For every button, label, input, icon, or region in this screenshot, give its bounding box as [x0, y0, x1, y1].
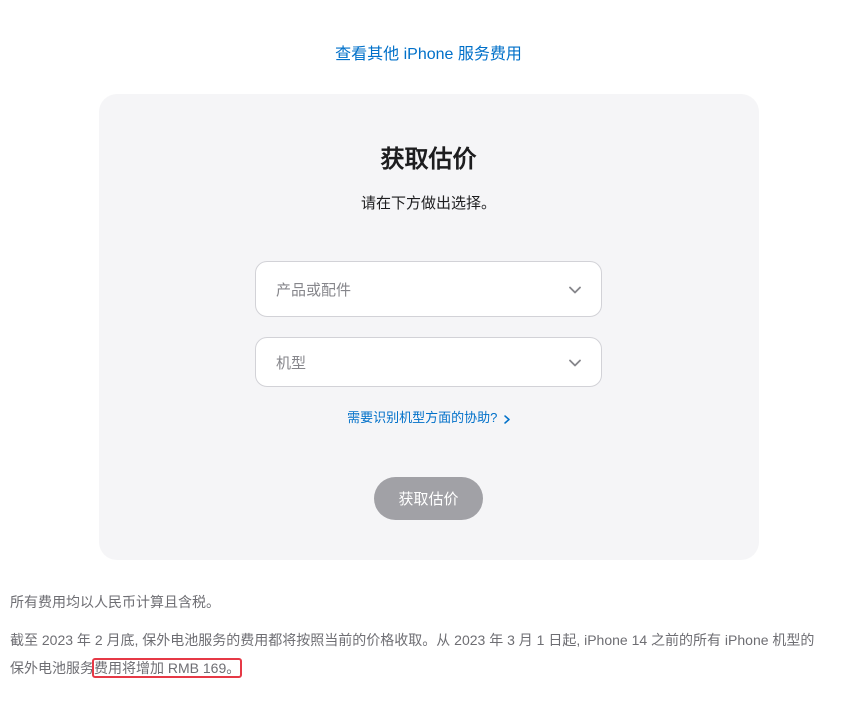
chevron-down-icon: [569, 282, 581, 297]
select-group: 产品或配件 机型: [139, 261, 719, 387]
card-title: 获取估价: [139, 139, 719, 174]
product-placeholder: 产品或配件: [276, 279, 351, 300]
identify-model-link[interactable]: 需要识别机型方面的协助?: [347, 410, 510, 425]
page-container: 查看其他 iPhone 服务费用 获取估价 请在下方做出选择。 产品或配件 机型…: [0, 40, 857, 682]
other-fees-link[interactable]: 查看其他 iPhone 服务费用: [335, 46, 522, 63]
product-select[interactable]: 产品或配件: [255, 261, 602, 317]
card-subtitle: 请在下方做出选择。: [139, 192, 719, 213]
chevron-down-icon: [569, 355, 581, 370]
model-placeholder: 机型: [276, 352, 306, 373]
top-link-wrap: 查看其他 iPhone 服务费用: [0, 40, 857, 64]
footer-text: 所有费用均以人民币计算且含税。 截至 2023 年 2 月底, 保外电池服务的费…: [0, 560, 830, 682]
get-estimate-button[interactable]: 获取估价: [374, 477, 482, 520]
estimate-card: 获取估价 请在下方做出选择。 产品或配件 机型 需要识别机型方面的协助?: [99, 94, 759, 560]
chevron-right-icon: [504, 413, 510, 425]
help-link-wrap: 需要识别机型方面的协助?: [139, 407, 719, 427]
footer-line1: 所有费用均以人民币计算且含税。: [10, 588, 820, 616]
footer-line2: 截至 2023 年 2 月底, 保外电池服务的费用都将按照当前的价格收取。从 2…: [10, 626, 820, 682]
model-select[interactable]: 机型: [255, 337, 602, 387]
footer-highlight: 费用将增加 RMB 169。: [94, 660, 240, 676]
help-link-text: 需要识别机型方面的协助?: [347, 410, 497, 425]
